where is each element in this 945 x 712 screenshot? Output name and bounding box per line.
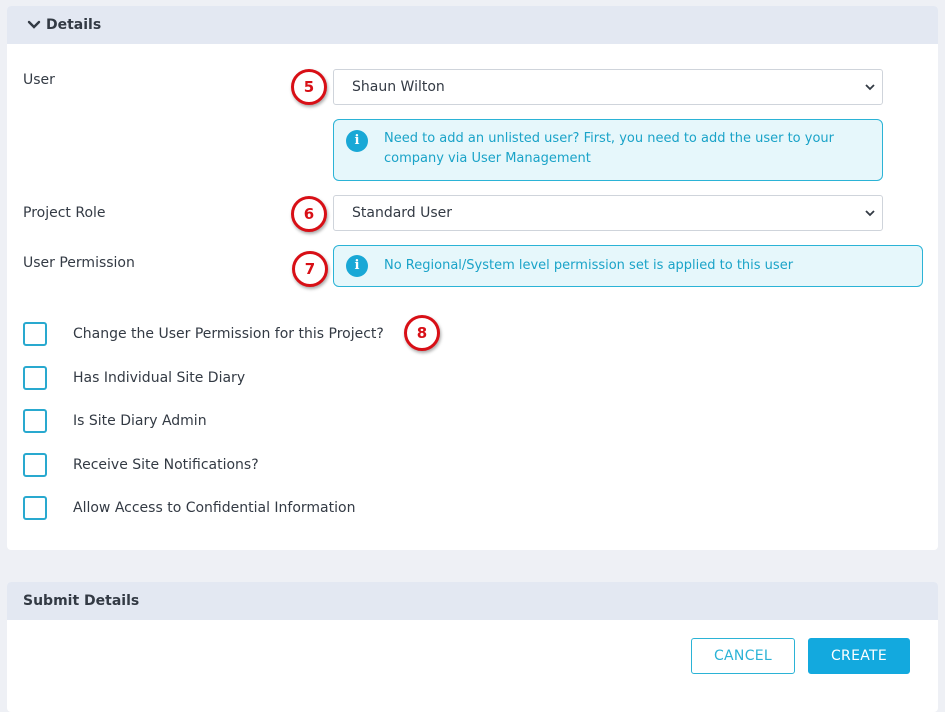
- unlisted-user-info-line1: Need to add an unlisted user? First, you…: [384, 131, 834, 146]
- checkbox-row: Receive Site Notifications?: [23, 453, 259, 477]
- submit-header: Submit Details: [7, 582, 938, 620]
- checkbox-label: Has Individual Site Diary: [73, 370, 246, 386]
- user-select-value: Shaun Wilton: [352, 79, 445, 95]
- user-permission-label: User Permission: [23, 255, 135, 271]
- permission-info-text: No Regional/System level permission set …: [384, 258, 794, 273]
- unlisted-user-info-line2: company via User Management: [384, 151, 591, 166]
- permission-info: i No Regional/System level permission se…: [333, 245, 923, 287]
- annotation-badge-7: 7: [292, 251, 328, 287]
- site-diary-admin-checkbox[interactable]: [23, 409, 47, 433]
- annotation-badge-6: 6: [291, 196, 327, 232]
- cancel-button[interactable]: CANCEL: [691, 638, 795, 674]
- checkbox-row: Is Site Diary Admin: [23, 409, 207, 433]
- checkbox-label: Is Site Diary Admin: [73, 413, 207, 429]
- checkbox-label: Change the User Permission for this Proj…: [73, 326, 384, 342]
- user-label: User: [23, 72, 55, 88]
- info-icon: i: [346, 255, 368, 277]
- chevron-down-icon: [27, 20, 41, 29]
- checkbox-label: Allow Access to Confidential Information: [73, 500, 356, 516]
- annotation-badge-8: 8: [404, 315, 440, 351]
- annotation-badge-5: 5: [291, 69, 327, 105]
- unlisted-user-info: i Need to add an unlisted user? First, y…: [333, 119, 883, 181]
- confidential-access-checkbox[interactable]: [23, 496, 47, 520]
- project-role-select[interactable]: Standard User: [333, 195, 883, 231]
- details-header[interactable]: Details: [7, 6, 938, 44]
- details-title: Details: [46, 17, 102, 33]
- individual-site-diary-checkbox[interactable]: [23, 366, 47, 390]
- user-select[interactable]: Shaun Wilton: [333, 69, 883, 105]
- caret-down-icon: [865, 84, 875, 91]
- caret-down-icon: [865, 210, 875, 217]
- checkbox-row: Has Individual Site Diary: [23, 366, 245, 390]
- change-permission-checkbox[interactable]: [23, 322, 47, 346]
- submit-panel: Submit Details CANCEL CREATE: [7, 582, 938, 712]
- checkbox-row: Allow Access to Confidential Information: [23, 496, 355, 520]
- submit-title: Submit Details: [23, 593, 140, 609]
- create-button[interactable]: CREATE: [808, 638, 910, 674]
- info-icon: i: [346, 130, 368, 152]
- project-role-label: Project Role: [23, 205, 106, 221]
- details-panel: Details User 5 Shaun Wilton i Need to ad…: [7, 6, 938, 550]
- checkbox-label: Receive Site Notifications?: [73, 457, 259, 473]
- checkbox-row: Change the User Permission for this Proj…: [23, 322, 384, 346]
- site-notifications-checkbox[interactable]: [23, 453, 47, 477]
- project-role-select-value: Standard User: [352, 205, 453, 221]
